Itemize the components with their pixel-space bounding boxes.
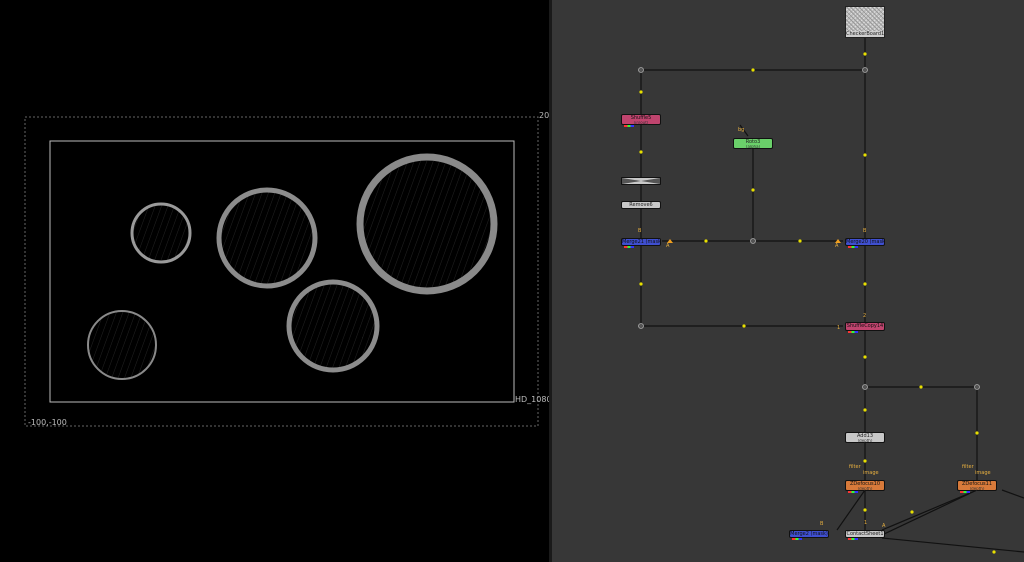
node-contactsheet[interactable]: ContactSheet1 — [845, 530, 885, 540]
channel-indicator — [960, 491, 970, 493]
pipe-label-b-right: B — [863, 228, 867, 234]
node-merge-bottom[interactable]: Merge2 (mask) — [789, 530, 829, 540]
channel-indicator — [848, 491, 858, 493]
channel-indicator — [848, 246, 858, 248]
node-crop-bowtie[interactable] — [621, 177, 661, 185]
coord-top-right: 20 — [539, 111, 549, 120]
node-merge-bottom-label: Merge2 (mask) — [790, 531, 828, 537]
format-label: HD_1080 — [515, 395, 549, 404]
bokeh-circle-5 — [87, 310, 157, 380]
node-add[interactable]: Add13 (depth) — [845, 432, 885, 443]
node-merge-right-label: Merge20 (mask) — [846, 239, 884, 245]
pipe-label-input-2: 2 — [863, 313, 867, 319]
node-merge-right[interactable]: Merge20 (mask) — [845, 238, 885, 248]
node-shufflecopy[interactable]: ShuffleCopy14 — [845, 322, 885, 333]
pipe-label-image-right: image — [975, 470, 991, 476]
pipe-label-b-top: B — [638, 228, 642, 234]
node-remove[interactable]: Remove6 — [621, 201, 661, 209]
coord-bottom-left: -100,-100 — [28, 418, 67, 427]
node-checkerboard-label: CheckerBoard1 — [846, 31, 885, 37]
node-graph-pipes — [638, 38, 1024, 554]
bokeh-circle-4 — [286, 279, 380, 373]
node-checkerboard[interactable]: CheckerBoard1 — [845, 6, 885, 38]
pipe-label-a-bottom: A — [882, 523, 886, 529]
pipe-label-1-bottom: 1 — [864, 520, 868, 526]
node-merge-left-label: Merge21 (mask) — [622, 239, 660, 245]
pipe-label-input-1: 1 — [837, 325, 841, 331]
bokeh-circle-2 — [216, 187, 318, 289]
pipe-label-a-left: A — [666, 243, 670, 249]
viewer-canvas[interactable] — [0, 0, 549, 562]
node-roto[interactable]: Roto3 (alpha) — [733, 138, 773, 149]
node-merge-left[interactable]: Merge21 (mask) — [621, 238, 661, 248]
node-add-sub: (depth) — [857, 439, 873, 443]
pipe-label-filter-right: filter — [962, 464, 974, 470]
bowtie-icon — [622, 178, 660, 184]
node-shuffle[interactable]: Shuffle5 (in/out) — [621, 114, 661, 127]
bokeh-circle-3 — [356, 153, 498, 295]
roto-input-label: bg — [738, 127, 745, 133]
pipe-label-image-left: image — [863, 470, 879, 476]
node-remove-label: Remove6 — [629, 202, 653, 208]
pipe-label-filter-left: filter — [849, 464, 861, 470]
node-zdefocus-right[interactable]: ZDefocus11 (depth) — [957, 480, 997, 493]
channel-indicator — [848, 538, 858, 540]
bokeh-circle-1 — [130, 202, 192, 264]
channel-indicator — [792, 538, 802, 540]
channel-indicator — [848, 331, 858, 333]
node-zdefocus-left[interactable]: ZDefocus10 (depth) — [845, 480, 885, 493]
pipe-label-a-right: A — [835, 243, 839, 249]
viewer-panel[interactable]: HD_1080 -100,-100 20 — [0, 0, 549, 562]
node-roto-sub: (alpha) — [745, 145, 761, 149]
channel-indicator — [624, 246, 634, 248]
channel-indicator — [624, 125, 634, 127]
node-contactsheet-label: ContactSheet1 — [846, 531, 884, 537]
pipe-label-b-bottom: B — [820, 521, 824, 527]
node-shufflecopy-label: ShuffleCopy14 — [846, 323, 884, 329]
node-graph-panel[interactable]: B A A B 2 1 filter image filter image B … — [552, 0, 1024, 562]
